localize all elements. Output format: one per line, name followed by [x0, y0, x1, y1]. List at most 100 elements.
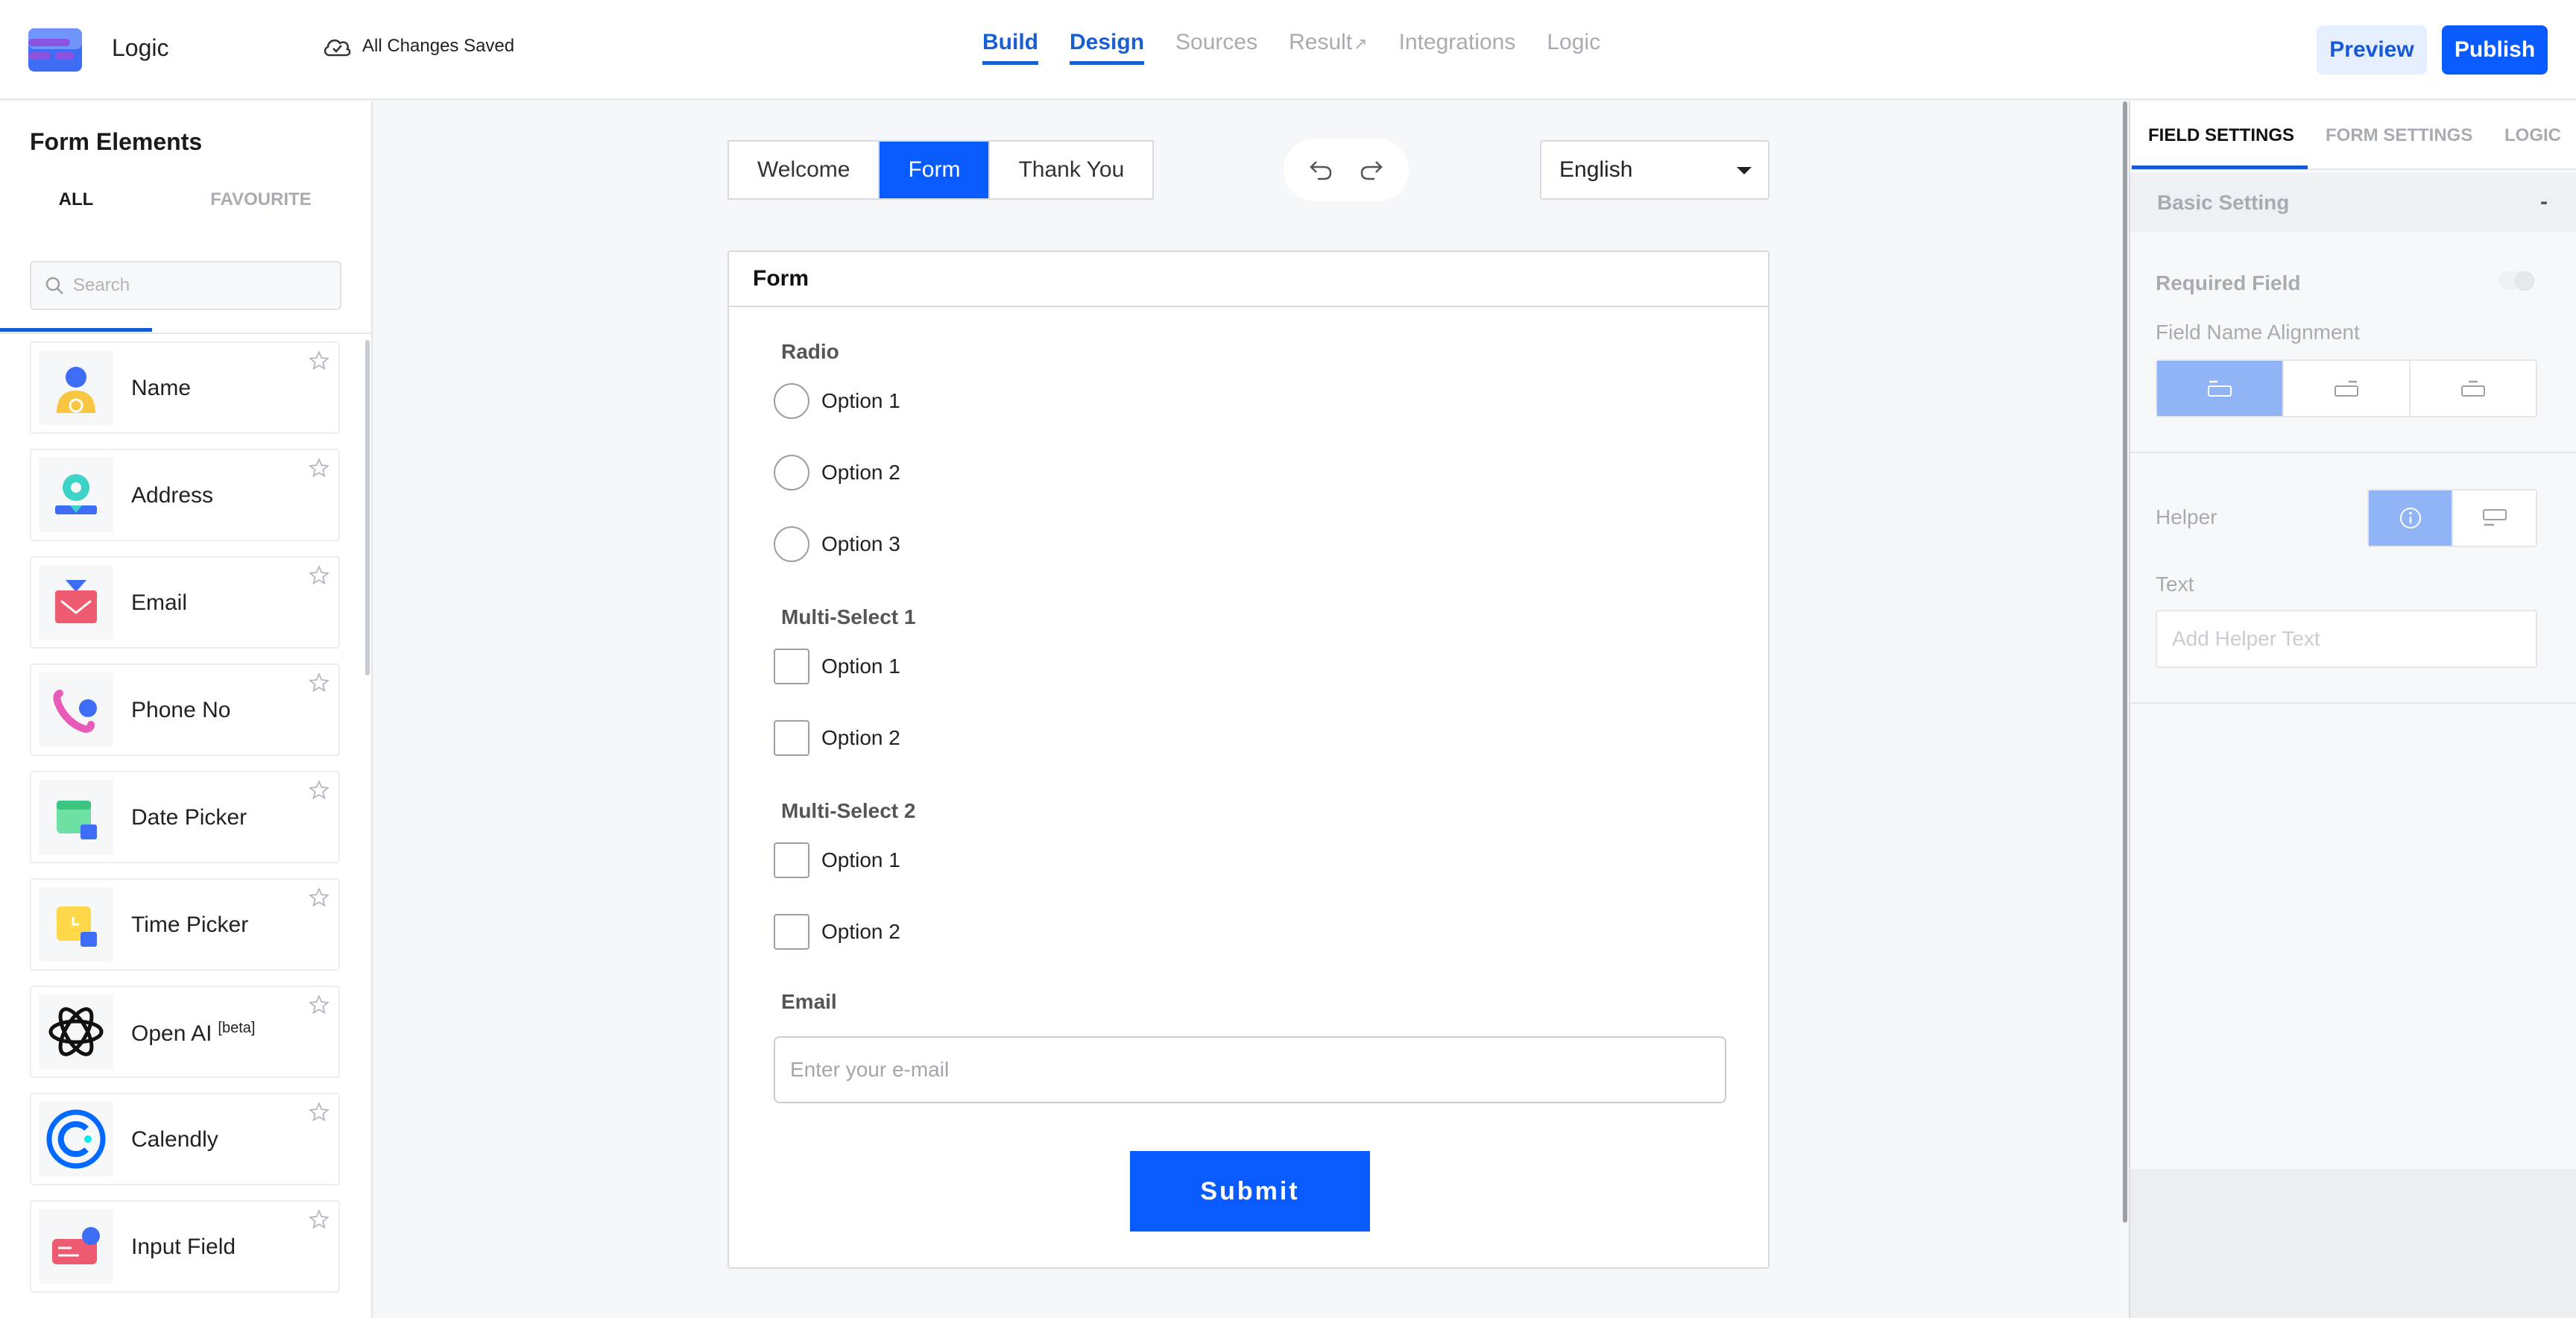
page-tab-welcome[interactable]: Welcome	[729, 142, 880, 198]
preview-button[interactable]: Preview	[2317, 25, 2427, 75]
element-input-field[interactable]: Input Field	[30, 1200, 340, 1293]
required-field-toggle[interactable]	[2498, 271, 2534, 291]
publish-button[interactable]: Publish	[2442, 25, 2548, 75]
openai-icon	[39, 994, 113, 1069]
radio-option-1[interactable]: Option 1	[774, 383, 900, 419]
multi-select-1-option-2[interactable]: Option 2	[774, 720, 900, 756]
element-label: Time Picker	[131, 912, 249, 937]
multi-select-1-label: Multi-Select 1	[781, 605, 916, 628]
active-tab-underline	[2132, 165, 2308, 169]
star-icon[interactable]	[309, 994, 329, 1015]
app-name: Logic	[112, 34, 169, 61]
nav-tab-sources[interactable]: Sources	[1175, 30, 1257, 65]
tab-logic[interactable]: LOGIC	[2504, 125, 2561, 146]
checkbox[interactable]	[774, 720, 809, 756]
element-label: Input Field	[131, 1235, 236, 1259]
radio-button[interactable]	[774, 526, 809, 562]
basic-setting-header[interactable]: Basic Setting -	[2130, 173, 2576, 233]
align-center-button[interactable]	[2411, 361, 2536, 416]
helper-tooltip-button[interactable]	[2369, 491, 2453, 546]
nav-tab-integrations[interactable]: Integrations	[1399, 30, 1516, 65]
star-icon[interactable]	[309, 458, 329, 479]
option-label: Option 2	[821, 920, 900, 943]
checkbox[interactable]	[774, 649, 809, 684]
multi-select-2-option-2[interactable]: Option 2	[774, 914, 900, 950]
helper-text-button[interactable]	[2453, 491, 2536, 546]
collapse-toggle[interactable]: -	[2540, 189, 2548, 215]
tab-favourite[interactable]: FAVOURITE	[186, 183, 335, 332]
tab-field-settings[interactable]: FIELD SETTINGS	[2148, 125, 2294, 146]
align-left-icon	[2208, 380, 2232, 397]
nav-tab-build[interactable]: Build	[982, 30, 1038, 65]
element-calendly[interactable]: Calendly	[30, 1093, 340, 1185]
email-field[interactable]	[774, 1036, 1726, 1103]
helper-text-input[interactable]	[2156, 610, 2537, 668]
helper-label: Helper	[2156, 505, 2217, 529]
chevron-down-icon	[1737, 167, 1752, 174]
element-address[interactable]: Address	[30, 449, 340, 541]
multi-select-1-option-1[interactable]: Option 1	[774, 649, 900, 684]
checkbox[interactable]	[774, 842, 809, 878]
align-right-icon	[2334, 380, 2358, 397]
option-label: Option 1	[821, 848, 900, 871]
star-icon[interactable]	[309, 780, 329, 801]
star-icon[interactable]	[309, 1209, 329, 1230]
nav-tab-design[interactable]: Design	[1070, 30, 1145, 65]
element-open-ai[interactable]: Open AI [beta]	[30, 986, 340, 1078]
element-time-picker[interactable]: Time Picker	[30, 878, 340, 971]
search-input[interactable]	[73, 275, 326, 296]
star-icon[interactable]	[309, 887, 329, 908]
option-label: Option 2	[821, 726, 900, 749]
page-tabs: Welcome Form Thank You	[727, 140, 1155, 200]
save-status-text: All Changes Saved	[362, 36, 515, 56]
element-label: Address	[131, 483, 214, 508]
element-label: Email	[131, 590, 188, 615]
element-list: Name Address Email Phone No Date Picker …	[30, 341, 340, 1308]
envelope-icon	[39, 565, 113, 640]
element-phone-no[interactable]: Phone No	[30, 663, 340, 756]
option-label: Option 1	[821, 389, 900, 412]
divider	[2130, 702, 2576, 704]
align-left-button[interactable]	[2157, 361, 2284, 416]
person-icon	[39, 350, 113, 425]
align-right-button[interactable]	[2284, 361, 2411, 416]
canvas-scrollbar[interactable]	[2123, 101, 2127, 1223]
submit-button[interactable]: Submit	[1130, 1151, 1370, 1232]
app-logo-icon[interactable]	[28, 28, 82, 72]
star-icon[interactable]	[309, 565, 329, 586]
form-title: Form	[729, 252, 1768, 307]
multi-select-2-label: Multi-Select 2	[781, 799, 916, 822]
nav-tab-result[interactable]: Result↗	[1289, 30, 1367, 65]
tab-all[interactable]: ALL	[0, 183, 152, 332]
info-icon	[2399, 508, 2421, 529]
element-label: Date Picker	[131, 805, 247, 830]
checkbox[interactable]	[774, 914, 809, 950]
star-icon[interactable]	[309, 350, 329, 371]
radio-button[interactable]	[774, 455, 809, 491]
element-date-picker[interactable]: Date Picker	[30, 771, 340, 863]
radio-button[interactable]	[774, 383, 809, 419]
undo-icon[interactable]	[1309, 159, 1333, 181]
save-status: All Changes Saved	[322, 36, 514, 57]
option-label: Option 3	[821, 532, 900, 555]
element-filter-tabs: ALL FAVOURITE	[0, 183, 371, 332]
page-tab-thank-you[interactable]: Thank You	[990, 142, 1152, 198]
element-email[interactable]: Email	[30, 556, 340, 649]
radio-option-3[interactable]: Option 3	[774, 526, 900, 562]
element-name[interactable]: Name	[30, 341, 340, 434]
star-icon[interactable]	[309, 672, 329, 693]
page-tab-form[interactable]: Form	[880, 142, 991, 198]
element-list-scrollbar[interactable]	[365, 340, 370, 675]
tab-form-settings[interactable]: FORM SETTINGS	[2326, 125, 2472, 146]
location-icon	[39, 458, 113, 532]
language-select[interactable]: English	[1540, 140, 1770, 200]
radio-option-2[interactable]: Option 2	[774, 455, 900, 491]
nav-tab-logic[interactable]: Logic	[1547, 30, 1600, 65]
text-box-icon	[2482, 509, 2507, 526]
multi-select-2-option-1[interactable]: Option 1	[774, 842, 900, 878]
star-icon[interactable]	[309, 1102, 329, 1123]
redo-icon[interactable]	[1360, 159, 1383, 181]
language-value: English	[1559, 157, 1633, 182]
search-icon	[45, 277, 63, 294]
external-link-icon: ↗	[1354, 34, 1368, 53]
